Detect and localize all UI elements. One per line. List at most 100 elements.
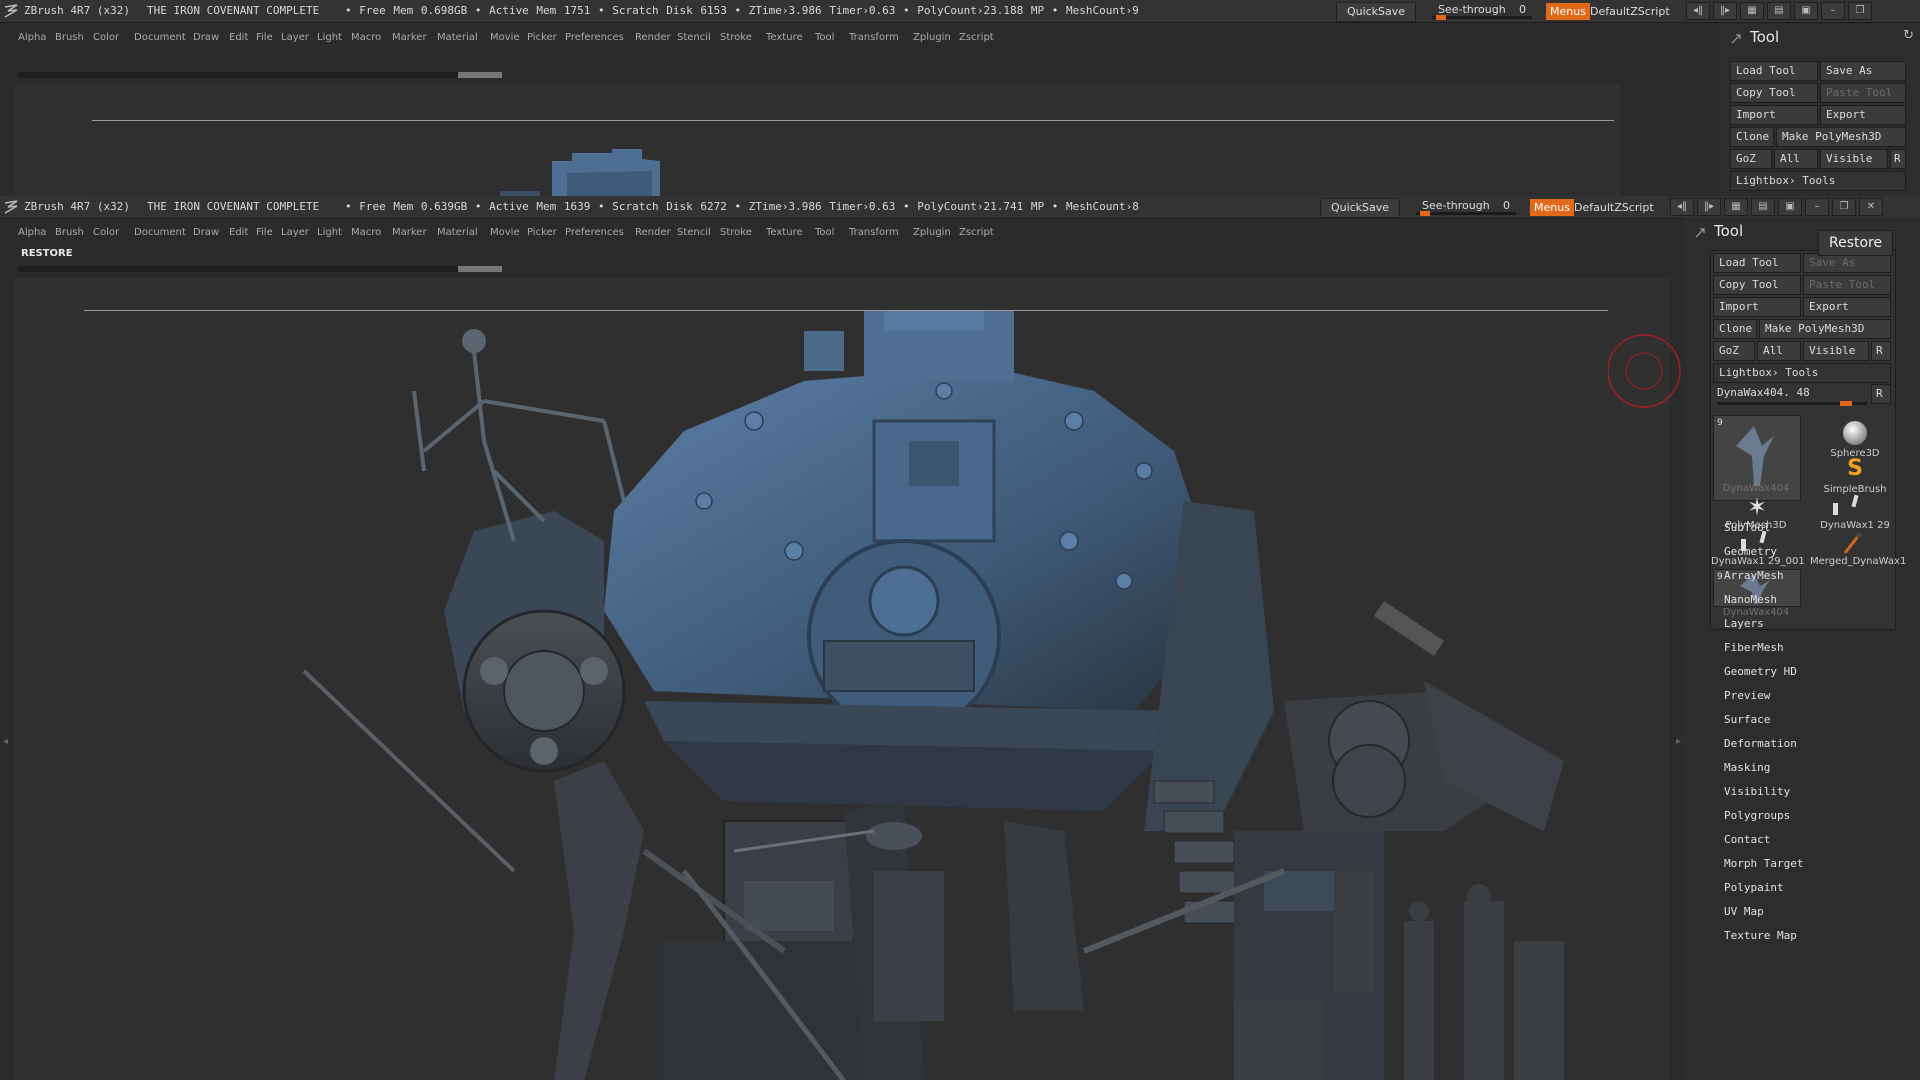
menus-toggle[interactable]: Menus	[1546, 3, 1590, 20]
dynawax-part-icon[interactable]	[1825, 493, 1865, 519]
lightbox-tools-button[interactable]: Lightbox› Tools	[1713, 363, 1891, 383]
shelf-scrollbar-knob[interactable]	[458, 266, 502, 272]
layout-icon[interactable]: ▦	[1740, 2, 1764, 20]
menu-texture[interactable]: Texture	[766, 227, 803, 238]
right-tray-arrow-icon[interactable]: ▸	[1676, 736, 1682, 756]
menu-stroke[interactable]: Stroke	[720, 227, 752, 238]
merged-dynawax-icon[interactable]	[1835, 529, 1875, 555]
menu-file[interactable]: File	[256, 32, 273, 43]
scroll-left-icon[interactable]: ◂‖	[1686, 2, 1710, 20]
subpalette-contact[interactable]: Contact	[1724, 833, 1770, 846]
save-as-button[interactable]: Save As	[1803, 253, 1891, 273]
subpalette-polygroups[interactable]: Polygroups	[1724, 809, 1790, 822]
save-as-button[interactable]: Save As	[1820, 61, 1906, 81]
goz-button[interactable]: GoZ	[1713, 341, 1755, 361]
subpalette-preview[interactable]: Preview	[1724, 689, 1770, 702]
menu-edit[interactable]: Edit	[229, 227, 248, 238]
menu-zscript[interactable]: Zscript	[959, 32, 994, 43]
goz-all-button[interactable]: All	[1774, 149, 1818, 169]
menu-stencil[interactable]: Stencil	[677, 32, 711, 43]
menu-color[interactable]: Color	[93, 32, 119, 43]
export-button[interactable]: Export	[1803, 297, 1891, 317]
subpalette-uv-map[interactable]: UV Map	[1724, 905, 1764, 918]
default-zscript-button[interactable]: DefaultZScript	[1574, 199, 1654, 216]
menu-stencil[interactable]: Stencil	[677, 227, 711, 238]
menu-transform[interactable]: Transform	[849, 32, 899, 43]
subpalette-visibility[interactable]: Visibility	[1724, 785, 1790, 798]
menu-color[interactable]: Color	[93, 227, 119, 238]
goz-visible-button[interactable]: Visible	[1803, 341, 1869, 361]
subpalette-texture-map[interactable]: Texture Map	[1724, 929, 1797, 942]
scroll-left-icon[interactable]: ◂‖	[1670, 198, 1694, 216]
load-tool-button[interactable]: Load Tool	[1730, 61, 1818, 81]
menu-alpha[interactable]: Alpha	[18, 227, 46, 238]
goz-r-button[interactable]: R	[1890, 149, 1906, 169]
menu-movie[interactable]: Movie	[490, 227, 520, 238]
subpalette-geometry-hd[interactable]: Geometry HD	[1724, 665, 1797, 678]
menu-macro[interactable]: Macro	[351, 32, 381, 43]
menu-alpha[interactable]: Alpha	[18, 32, 46, 43]
menu-picker[interactable]: Picker	[527, 227, 557, 238]
menu-macro[interactable]: Macro	[351, 227, 381, 238]
scroll-right-icon[interactable]: ‖▸	[1713, 2, 1737, 20]
sphere3d-icon[interactable]	[1843, 421, 1867, 445]
close-icon[interactable]: ✕	[1859, 198, 1883, 216]
import-button[interactable]: Import	[1730, 105, 1818, 125]
menu-light[interactable]: Light	[317, 227, 342, 238]
clone-button[interactable]: Clone	[1730, 127, 1774, 147]
make-polymesh3d-button[interactable]: Make PolyMesh3D	[1759, 319, 1891, 339]
menu-document[interactable]: Document	[134, 227, 186, 238]
left-tray-arrow-icon[interactable]: ◂	[3, 736, 9, 756]
menu-material[interactable]: Material	[437, 32, 478, 43]
see-through-knob[interactable]	[1436, 15, 1446, 20]
layout-icon[interactable]: ▦	[1724, 198, 1748, 216]
current-tool-slider-knob[interactable]	[1840, 401, 1852, 406]
subpalette-polypaint[interactable]: Polypaint	[1724, 881, 1784, 894]
menu-marker[interactable]: Marker	[392, 227, 427, 238]
menu-brush[interactable]: Brush	[55, 227, 84, 238]
menu-stroke[interactable]: Stroke	[720, 32, 752, 43]
subpalette-subtool[interactable]: SubTool	[1724, 521, 1770, 534]
goz-button[interactable]: GoZ	[1730, 149, 1772, 169]
see-through-slider[interactable]: See-through 0	[1416, 198, 1516, 216]
import-button[interactable]: Import	[1713, 297, 1801, 317]
goz-visible-button[interactable]: Visible	[1820, 149, 1888, 169]
load-tool-button[interactable]: Load Tool	[1713, 253, 1801, 273]
goz-all-button[interactable]: All	[1757, 341, 1801, 361]
menu-tool[interactable]: Tool	[815, 32, 834, 43]
subpalette-fibermesh[interactable]: FiberMesh	[1724, 641, 1784, 654]
make-polymesh3d-button[interactable]: Make PolyMesh3D	[1776, 127, 1906, 147]
menu-movie[interactable]: Movie	[490, 32, 520, 43]
menu-tool[interactable]: Tool	[815, 227, 834, 238]
menu-brush[interactable]: Brush	[55, 32, 84, 43]
menu-transform[interactable]: Transform	[849, 227, 899, 238]
menu-material[interactable]: Material	[437, 227, 478, 238]
see-through-slider[interactable]: See-through 0	[1432, 2, 1532, 20]
current-tool-r-button[interactable]: R	[1871, 384, 1891, 404]
menu-draw[interactable]: Draw	[193, 32, 219, 43]
menu-document[interactable]: Document	[134, 32, 186, 43]
menu-light[interactable]: Light	[317, 32, 342, 43]
export-button[interactable]: Export	[1820, 105, 1906, 125]
menu-preferences[interactable]: Preferences	[565, 227, 624, 238]
menu-layer[interactable]: Layer	[281, 32, 309, 43]
pin-icon[interactable]	[1730, 30, 1742, 44]
subpalette-arraymesh[interactable]: ArrayMesh	[1724, 569, 1784, 582]
shelf-scrollbar[interactable]	[18, 72, 502, 78]
menu-file[interactable]: File	[256, 227, 273, 238]
copy-tool-button[interactable]: Copy Tool	[1713, 275, 1801, 295]
see-through-knob[interactable]	[1420, 211, 1430, 216]
menu-render[interactable]: Render	[635, 32, 671, 43]
menu-zplugin[interactable]: Zplugin	[913, 32, 951, 43]
lock-icon[interactable]: ▣	[1794, 2, 1818, 20]
copy-tool-button[interactable]: Copy Tool	[1730, 83, 1818, 103]
layout-swap-icon[interactable]: ▤	[1751, 198, 1775, 216]
menu-layer[interactable]: Layer	[281, 227, 309, 238]
paste-tool-button[interactable]: Paste Tool	[1820, 83, 1906, 103]
restore-icon[interactable]: ❐	[1832, 198, 1856, 216]
shelf-scrollbar[interactable]	[18, 266, 502, 272]
goz-r-button[interactable]: R	[1871, 341, 1891, 361]
menu-zplugin[interactable]: Zplugin	[913, 227, 951, 238]
menu-draw[interactable]: Draw	[193, 227, 219, 238]
menu-texture[interactable]: Texture	[766, 32, 803, 43]
